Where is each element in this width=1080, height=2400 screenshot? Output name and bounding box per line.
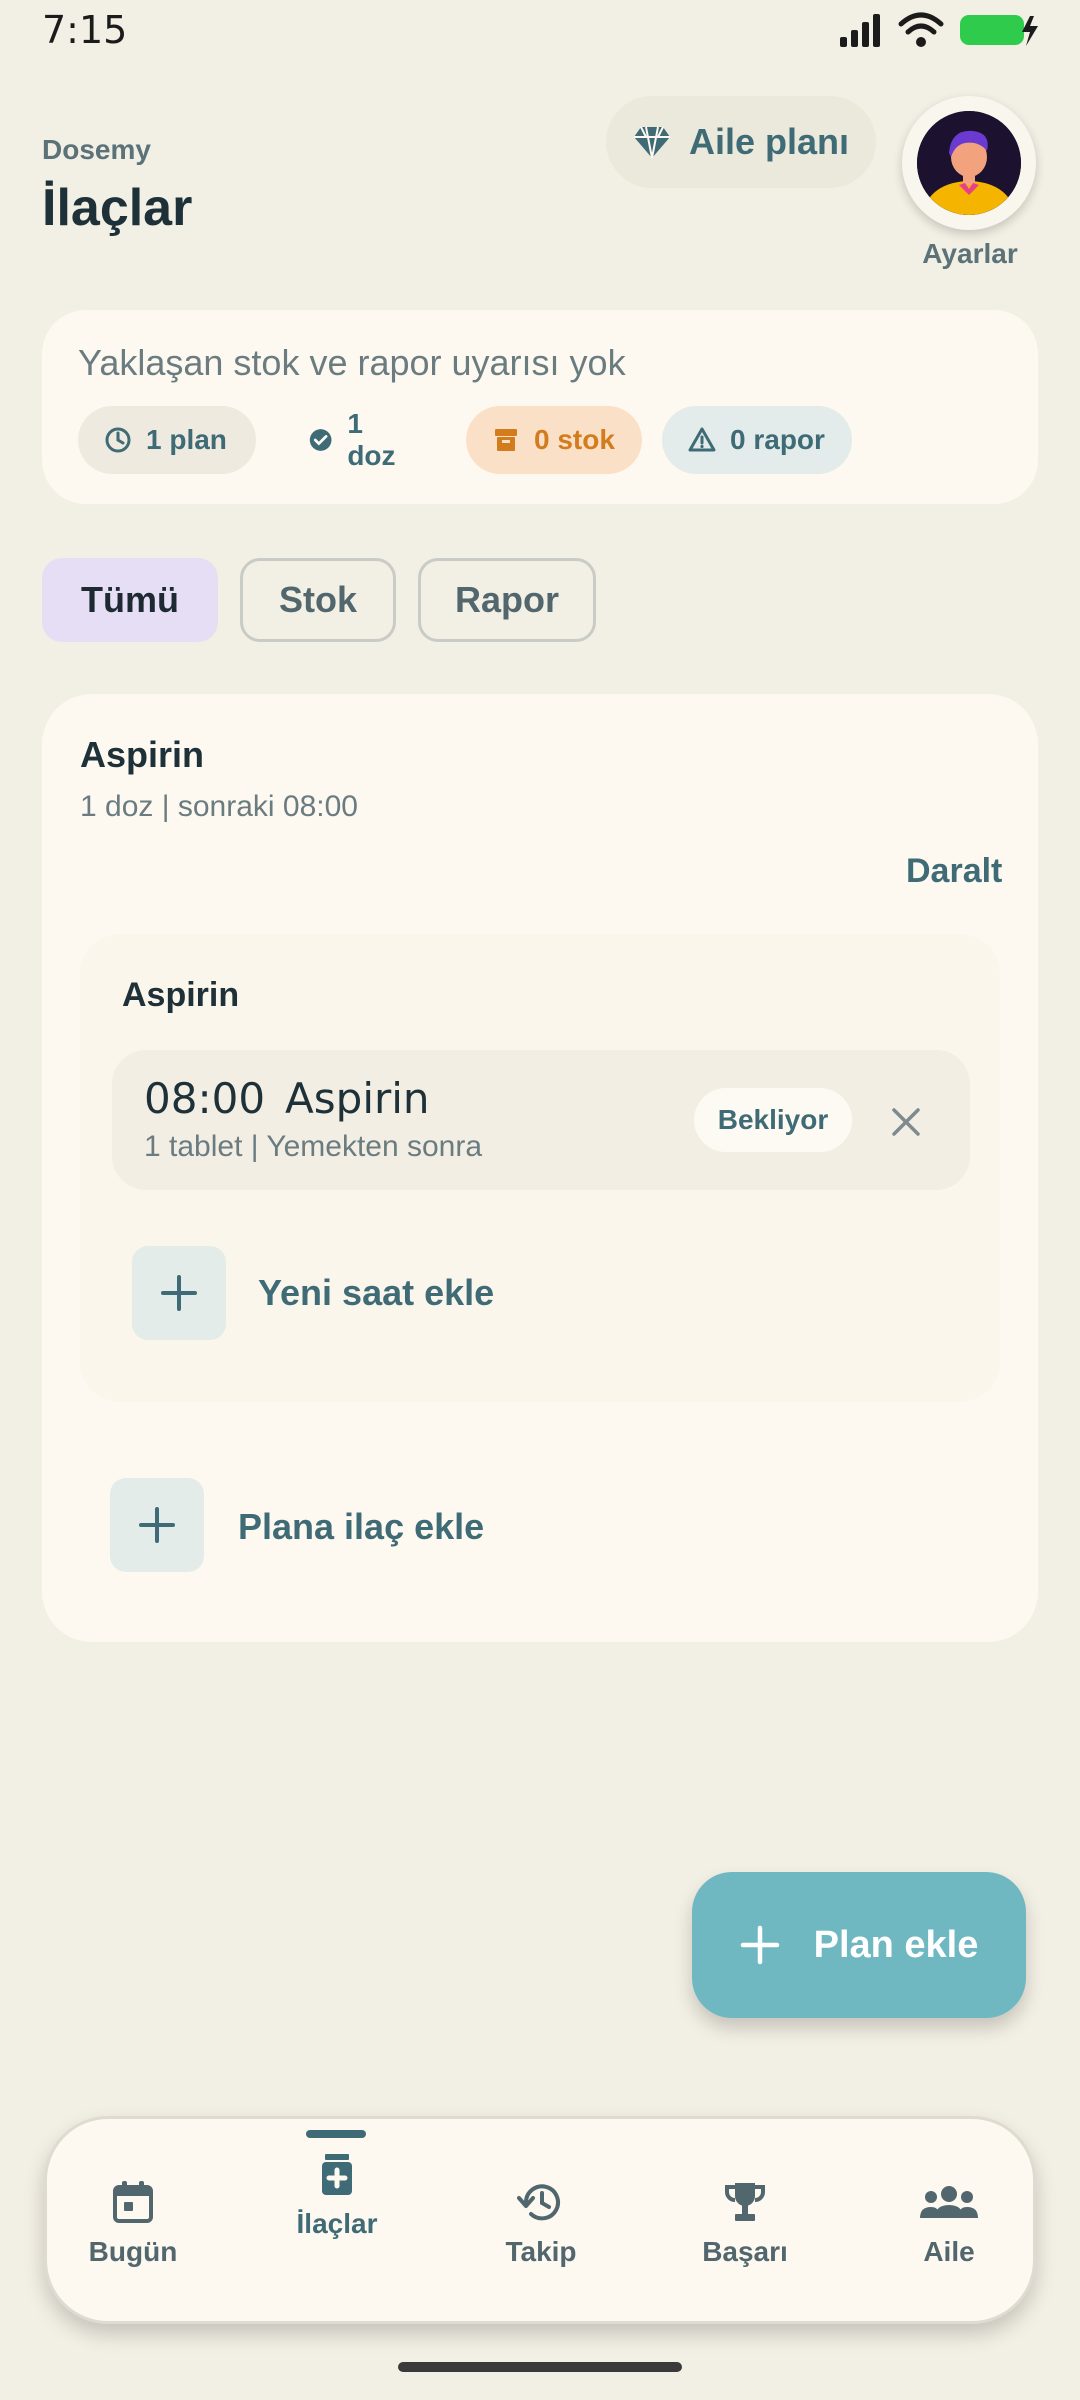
nav-label-medications: İlaçlar [296,2208,378,2239]
clock-icon [105,427,131,453]
calendar-icon [113,2181,153,2223]
filter-tab-all[interactable]: Tümü [42,558,218,642]
nav-label-achievements: Başarı [702,2236,788,2267]
plus-icon [139,1507,175,1543]
nav-item-family[interactable]: Aile [864,2178,1034,2268]
dose-time: 08:00 [144,1074,266,1123]
dose-detail: 1 tablet | Yemekten sonra [144,1130,483,1163]
family-plan-label: Aile planı [688,121,850,162]
nav-label-tracking: Takip [505,2236,577,2267]
family-plan-button[interactable]: Aile planı [606,96,876,188]
filter-tab-stock[interactable]: Stok [240,558,396,642]
plan-count-label: 1 plan [146,424,227,455]
diamond-icon [633,126,670,159]
signal-icon [840,14,880,47]
dose-status-badge[interactable]: Bekliyor [694,1088,852,1152]
medication-group-title: Aspirin [122,976,240,1014]
settings-label[interactable]: Ayarlar [900,238,1040,270]
check-circle-icon [309,429,332,451]
collapse-button[interactable]: Daralt [906,852,1002,891]
plus-icon [740,1925,779,1965]
trophy-icon [725,2183,765,2221]
close-icon [892,1108,920,1136]
add-plan-label: Plan ekle [813,1923,979,1966]
avatar [917,111,1021,215]
plan-count-chip: 1 plan [78,406,256,474]
plan-subtitle: 1 doz | sonraki 08:00 [80,790,358,823]
status-icons [838,12,1040,48]
status-time: 7:15 [42,8,128,52]
add-time-button[interactable] [132,1246,226,1340]
settings-avatar-button[interactable] [902,96,1036,230]
dose-count-chip: 1 doz [282,406,438,474]
app-name: Dosemy [42,134,151,165]
home-indicator[interactable] [398,2362,682,2372]
wifi-icon [898,12,944,47]
summary-text: Yaklaşan stok ve rapor uyarısı yok [78,342,626,383]
dose-medication-name: Aspirin [285,1074,430,1123]
group-icon [920,2186,978,2218]
medicine-bottle-icon [322,2154,352,2195]
nav-label-family: Aile [923,2236,975,2267]
battery-icon [960,15,1038,46]
add-time-label[interactable]: Yeni saat ekle [258,1272,494,1314]
page-title: İlaçlar [42,179,193,237]
add-medication-button[interactable] [110,1478,204,1572]
warning-icon [688,427,716,452]
archive-icon [495,429,517,451]
nav-label-today: Bugün [88,2236,178,2267]
stock-count-chip: 0 stok [466,406,642,474]
report-count-chip: 0 rapor [662,406,852,474]
nav-item-tracking[interactable]: Takip [456,2178,626,2268]
nav-item-achievements[interactable]: Başarı [660,2178,830,2268]
plus-icon [161,1275,197,1311]
active-tab-indicator [306,2130,366,2138]
add-plan-fab[interactable]: Plan ekle [692,1872,1026,2018]
dose-main-line: 08:00 Aspirin [144,1074,430,1123]
filter-tab-report[interactable]: Rapor [418,558,596,642]
nav-item-medications[interactable]: İlaçlar [252,2150,422,2240]
add-medication-label[interactable]: Plana ilaç ekle [238,1506,484,1548]
nav-item-today[interactable]: Bugün [48,2178,218,2268]
remove-dose-button[interactable] [884,1100,928,1144]
stock-count-label: 0 stok [534,424,615,455]
dose-count-label: 1 doz [347,408,396,471]
plan-medication-name: Aspirin [80,734,205,775]
history-icon [517,2184,560,2221]
report-count-label: 0 rapor [730,424,825,455]
